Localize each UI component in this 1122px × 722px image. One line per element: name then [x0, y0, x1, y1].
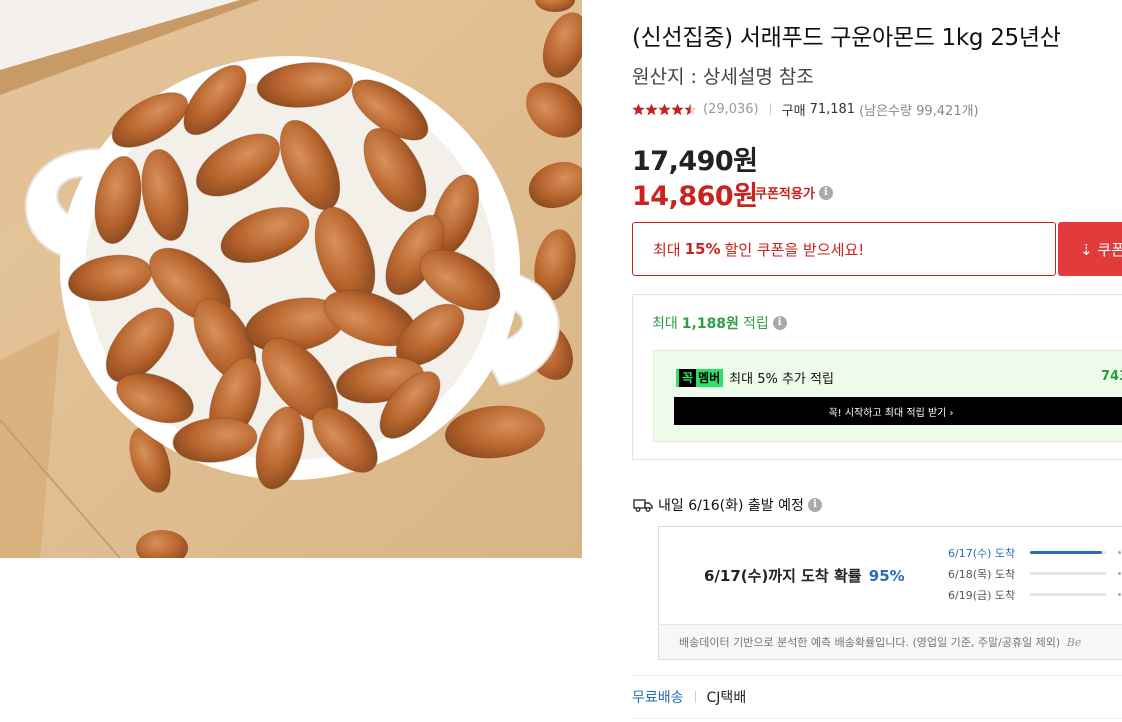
divider [632, 718, 1122, 719]
product-image [0, 0, 582, 558]
arrival-row-dot [1118, 551, 1121, 554]
departure-row: 내일 6/16(화) 출발 예정 i [633, 495, 822, 515]
arrival-note-tail: Be [1066, 636, 1082, 649]
coupon-banner[interactable]: 최대 15% 할인 쿠폰을 받으세요! [632, 222, 1056, 276]
star-icon [645, 103, 658, 115]
arrival-row-bar-fill [1030, 551, 1102, 554]
info-icon[interactable]: i [807, 498, 822, 512]
sale-price: 14,860원 [632, 181, 758, 212]
arrival-row-label: 6/18(목) 도착 [948, 568, 1016, 581]
member-desc: 최대 5% 추가 적립 [729, 372, 834, 387]
arrival-main-text: 6/17(수)까지 도착 확률 [704, 567, 862, 585]
coupon-prefix: 최대 [653, 240, 681, 259]
star-icon [632, 103, 645, 115]
product-title: (신선집중) 서래푸드 구운아몬드 1kg 25년산 [632, 25, 1061, 51]
reward-prefix: 최대 [652, 316, 678, 332]
coupon-price-label: 쿠폰적용가 i [755, 183, 833, 202]
coupon-suffix: 할인 쿠폰을 받으세요! [724, 240, 865, 259]
info-icon[interactable]: i [818, 185, 833, 200]
rating-stars[interactable] [632, 103, 697, 116]
member-start-button[interactable]: 꼭! 시작하고 최대 적립 받기 › [674, 397, 1122, 425]
reward-suffix: 적립 [742, 316, 769, 332]
departure-text: 내일 6/16(화) 출발 예정 [658, 498, 804, 514]
arrival-row-bar [1030, 572, 1106, 575]
truck-icon [633, 499, 653, 512]
delivery-row: 무료배송 CJ택배 [632, 687, 746, 707]
member-badge-text: 멤버 [698, 370, 721, 385]
arrival-note: 배송데이터 기반으로 분석한 예측 배송확률입니다. (영업일 기준, 주말/공… [679, 634, 1081, 650]
member-row: 꼭 멤버 최대 5% 추가 적립 [676, 368, 834, 387]
star-icon [684, 103, 697, 115]
reward-line: 최대 1,188원 적립 i [652, 313, 787, 333]
arrival-prob-value: 95% [868, 567, 905, 585]
arrival-row-bar [1030, 593, 1106, 596]
divider [769, 103, 771, 115]
member-amount: 743 [1101, 369, 1122, 384]
arrival-row-dot [1118, 593, 1121, 596]
info-icon[interactable]: i [772, 316, 787, 330]
arrival-row-label: 6/17(수) 도착 [948, 547, 1016, 560]
arrival-row-label: 6/19(금) 도착 [948, 589, 1016, 602]
stock-remaining: (남은수량 99,421개) [859, 103, 979, 119]
coupon-percent: 15% [684, 240, 721, 258]
member-benefit-box [653, 350, 1122, 442]
member-badge: 꼭 멤버 [676, 368, 724, 387]
coupon-download-button[interactable]: ⇣ 쿠폰 [1058, 222, 1122, 276]
arrival-row-dot [1118, 572, 1121, 575]
reward-amount: 1,188원 [681, 316, 739, 332]
product-origin: 원산지 : 상세설명 참조 [632, 66, 814, 88]
carrier: CJ택배 [706, 690, 747, 706]
review-count-link[interactable]: (29,036) [703, 102, 759, 117]
rating-row: (29,036) 구매 71,181 (남은수량 99,421개) [632, 99, 979, 119]
free-shipping: 무료배송 [632, 690, 684, 706]
original-price: 17,490원 [632, 146, 758, 177]
arrival-row-bar [1030, 551, 1106, 554]
star-icon [658, 103, 671, 115]
purchase-label: 구매 [781, 103, 806, 119]
divider [632, 675, 1122, 676]
member-badge-mark: 꼭 [679, 368, 697, 387]
star-icon [671, 103, 684, 115]
arrival-probability: 6/17(수)까지 도착 확률 95% [704, 565, 905, 586]
divider [694, 691, 696, 703]
purchase-count: 71,181 [809, 101, 856, 117]
arrival-note-text: 배송데이터 기반으로 분석한 예측 배송확률입니다. (영업일 기준, 주말/공… [679, 636, 1061, 649]
coupon-price-text: 쿠폰적용가 [755, 187, 815, 202]
